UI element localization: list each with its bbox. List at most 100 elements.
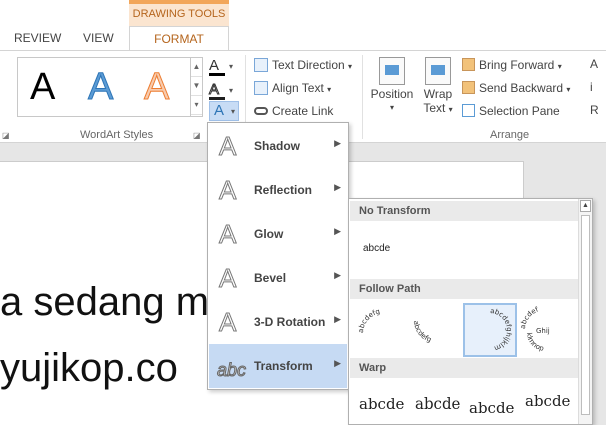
transform-option-warp-1[interactable]: abcde (359, 395, 404, 413)
chevron-down-icon: ▾ (566, 85, 571, 94)
group-button-trimmed[interactable]: i (590, 80, 593, 94)
tab-format[interactable]: FORMAT (129, 26, 229, 51)
wordart-style-gallery[interactable]: A A A ▲ ▼ ▾ (17, 57, 203, 117)
chevron-down-icon: ▾ (389, 103, 394, 112)
tab-review[interactable]: REVIEW (14, 26, 61, 50)
wordart-style-blue[interactable]: A (87, 66, 113, 109)
bevel-icon: A (218, 263, 237, 293)
document-text-line: yujikop.co (0, 346, 178, 390)
scrollbar-thumb[interactable] (581, 215, 590, 415)
tab-view[interactable]: VIEW (83, 26, 114, 50)
button-bottom-sample: klmnop (525, 332, 545, 353)
transform-option-button[interactable]: abcdef Ghij klmnop (519, 303, 573, 357)
wrap-text-icon (425, 57, 451, 85)
position-icon (379, 57, 405, 85)
chevron-down-icon: ▾ (348, 62, 353, 71)
menu-item-label: 3-D Rotation (254, 315, 326, 329)
chevron-down-icon: ▾ (229, 86, 234, 95)
transform-option-none[interactable]: abcde (363, 243, 390, 254)
transform-icon: abc (216, 360, 247, 381)
section-header-warp: Warp (350, 358, 578, 378)
transform-option-warp-2[interactable]: abcde (415, 395, 460, 414)
gallery-up-icon[interactable]: ▲ (191, 58, 202, 77)
document-text-line: a sedang me (0, 280, 232, 324)
link-icon (254, 107, 268, 115)
transform-option-circle[interactable]: abcdefghijklm (463, 303, 517, 357)
wordart-style-orange[interactable]: A (143, 66, 169, 109)
bring-forward-icon (462, 58, 475, 71)
wrap-text-button[interactable]: Wrap Text ▾ (420, 57, 456, 117)
group-label-wordart-styles: WordArt Styles (80, 129, 154, 141)
menu-item-3d-rotation[interactable]: A 3-D Rotation ▶ (209, 300, 347, 344)
gallery-more-icon[interactable]: ▾ (191, 96, 202, 115)
chevron-right-icon: ▶ (334, 358, 341, 368)
3d-rotation-icon: A (218, 307, 237, 337)
circle-sample: abcdefghijklm (490, 307, 513, 353)
align-text-label: Align Text (272, 81, 324, 95)
dialog-launcher-icon[interactable]: ◪ (2, 131, 10, 140)
text-direction-icon (254, 58, 268, 72)
selection-pane-button[interactable]: Selection Pane (462, 101, 560, 121)
button-top-sample: abcdef (519, 305, 540, 329)
send-backward-label: Send Backward (479, 81, 564, 95)
gallery-down-icon[interactable]: ▼ (191, 77, 202, 96)
text-effects-icon: A (214, 102, 225, 119)
svg-text:abcdefg: abcdefg (412, 320, 433, 344)
chevron-right-icon: ▶ (334, 138, 341, 148)
svg-text:abcdefg: abcdefg (357, 307, 381, 333)
text-direction-button[interactable]: Text Direction ▾ (254, 55, 352, 75)
bring-forward-button[interactable]: Bring Forward ▾ (462, 55, 562, 75)
text-fill-color-bar (209, 73, 225, 76)
bring-forward-label: Bring Forward (479, 58, 555, 72)
text-fill-button[interactable]: A ▾ (209, 57, 239, 77)
section-header-follow-path: Follow Path (350, 279, 578, 299)
menu-item-reflection[interactable]: A Reflection ▶ (209, 168, 347, 212)
arch-up-sample: abcdefg (357, 307, 381, 333)
chevron-right-icon: ▶ (334, 226, 341, 236)
text-effects-menu: A Shadow ▶ A Reflection ▶ A Glow ▶ A Bev… (207, 122, 349, 390)
menu-item-transform[interactable]: abc Transform ▶ (209, 344, 347, 388)
transform-option-arch-down[interactable]: abcdefg (410, 303, 464, 357)
scroll-up-icon[interactable]: ▲ (580, 200, 591, 212)
menu-item-glow[interactable]: A Glow ▶ (209, 212, 347, 256)
menu-item-label: Glow (254, 227, 284, 241)
chevron-down-icon: ▾ (448, 105, 453, 114)
align-text-icon (254, 81, 268, 95)
create-link-label: Create Link (272, 104, 334, 118)
align-text-button[interactable]: Align Text ▾ (254, 78, 331, 98)
text-outline-icon: A (208, 81, 220, 99)
button-mid-sample: Ghij (536, 327, 550, 335)
section-header-no-transform: No Transform (350, 201, 578, 221)
transform-option-warp-3[interactable]: abcde (469, 399, 514, 417)
menu-item-shadow[interactable]: A Shadow ▶ (209, 124, 347, 168)
create-link-button[interactable]: Create Link (254, 101, 333, 121)
send-backward-button[interactable]: Send Backward ▾ (462, 78, 570, 98)
shadow-icon: A (218, 131, 237, 161)
text-effects-button[interactable]: A ▾ (209, 101, 239, 121)
menu-item-label: Bevel (254, 271, 287, 285)
glow-icon: A (218, 219, 237, 249)
text-outline-color-bar (209, 97, 225, 100)
submenu-scrollbar[interactable]: ▲ (578, 199, 592, 424)
text-fill-icon: A (209, 57, 220, 74)
rotate-button-trimmed[interactable]: R (590, 103, 599, 117)
align-button-trimmed[interactable]: A (590, 57, 598, 71)
chevron-right-icon: ▶ (334, 314, 341, 324)
group-label-arrange: Arrange (490, 129, 530, 141)
wordart-dialog-launcher-icon[interactable]: ◪ (193, 131, 201, 140)
wrap-text-label-2: Text (423, 101, 446, 115)
chevron-right-icon: ▶ (334, 270, 341, 280)
wordart-style-black[interactable]: A (30, 66, 55, 108)
svg-text:abcdefghijklm: abcdefghijklm (490, 307, 513, 353)
transform-option-arch-up[interactable]: abcdefg (357, 303, 411, 357)
menu-item-bevel[interactable]: A Bevel ▶ (209, 256, 347, 300)
chevron-right-icon: ▶ (334, 182, 341, 192)
text-outline-button[interactable]: A ▾ (208, 81, 239, 101)
arch-down-sample: abcdefg (412, 320, 433, 344)
chevron-down-icon: ▾ (557, 62, 562, 71)
selection-pane-label: Selection Pane (479, 104, 560, 118)
position-button[interactable]: Position ▾ (370, 57, 414, 115)
transform-option-warp-4[interactable]: abcde (525, 392, 570, 410)
send-backward-icon (462, 81, 475, 94)
menu-item-label: Transform (254, 359, 313, 373)
